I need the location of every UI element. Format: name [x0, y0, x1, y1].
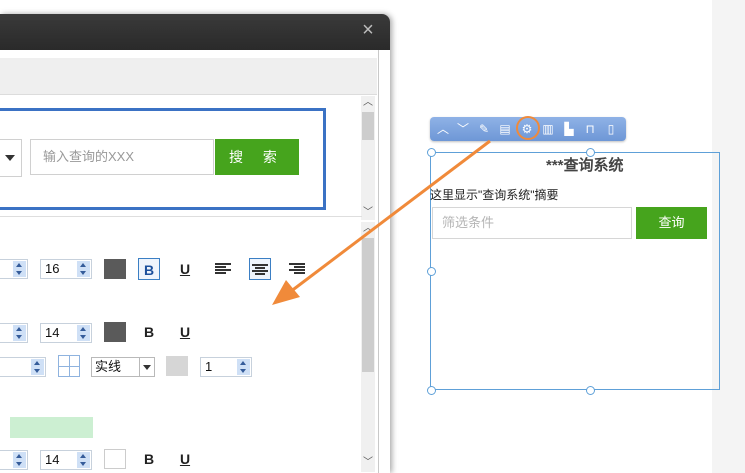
trash-icon[interactable]: ▯ [603, 121, 619, 137]
scroll-down-icon[interactable]: ﹀ [361, 456, 375, 470]
row1-partial-spinner[interactable] [0, 259, 28, 279]
spin-down-icon[interactable] [237, 367, 250, 375]
row5-color-swatch[interactable] [104, 449, 126, 469]
border-width-value: 1 [205, 359, 213, 374]
widget-title: ***查询系统 [546, 157, 624, 174]
properties-scrollbar[interactable]: ︿ ﹀ [361, 222, 375, 472]
columns-icon[interactable]: ▥ [540, 121, 556, 137]
border-width-spinner[interactable]: 1 [200, 357, 252, 377]
align-right-icon[interactable] [289, 263, 305, 275]
row5-font-size-spinner[interactable]: 14 [40, 450, 92, 470]
properties-scroll-thumb[interactable] [362, 238, 374, 372]
background-color-bar[interactable] [10, 417, 93, 438]
spin-down-icon[interactable] [77, 269, 90, 277]
row2-partial-spinner[interactable] [0, 323, 28, 343]
border-grid-icon[interactable] [58, 355, 80, 377]
align-center-icon [252, 264, 268, 276]
resize-handle-ml[interactable] [427, 267, 436, 276]
border-style-value: 实线 [95, 359, 122, 374]
scroll-down-icon[interactable]: ﹀ [361, 206, 375, 220]
preview-dropdown[interactable] [0, 139, 22, 177]
dialog-titlebar: × [0, 14, 390, 50]
highlight-ring [516, 116, 540, 140]
row2-font-size-value: 14 [45, 325, 60, 340]
scroll-up-icon[interactable]: ︿ [361, 222, 375, 236]
preview-search-button[interactable]: 搜 索 [215, 139, 299, 175]
row5-bold-button[interactable]: B [138, 448, 160, 470]
close-icon[interactable]: × [358, 20, 378, 40]
row5-partial-spinner[interactable] [0, 450, 28, 470]
dialog-tab-bar [0, 58, 377, 95]
scroll-up-icon[interactable]: ︿ [361, 96, 375, 110]
row2-bold-button[interactable]: B [138, 321, 160, 343]
row3-color-swatch[interactable] [166, 356, 188, 376]
preview-search-input[interactable]: 输入查询的XXX [30, 139, 214, 175]
query-button[interactable]: 查询 [636, 207, 707, 239]
spin-up-icon[interactable] [237, 359, 250, 367]
row1-bold-button[interactable]: B [138, 258, 160, 280]
row3-partial-spinner[interactable] [0, 357, 46, 377]
row1-font-size-spinner[interactable]: 16 [40, 259, 92, 279]
resize-handle-tl[interactable] [427, 148, 436, 157]
section-divider [0, 216, 362, 217]
search-preview: 输入查询的XXX 搜 索 [0, 108, 326, 210]
unlock-icon[interactable]: ⊓ [582, 121, 598, 137]
row1-color-swatch[interactable] [104, 259, 126, 279]
chevron-up-icon[interactable]: ︿ [435, 121, 451, 137]
row2-font-size-spinner[interactable]: 14 [40, 323, 92, 343]
spin-up-icon[interactable] [77, 325, 90, 333]
spin-up-icon[interactable] [77, 261, 90, 269]
layout-icon[interactable]: ▤ [497, 121, 513, 137]
border-style-select[interactable]: 实线 [91, 357, 155, 377]
align-center-button[interactable] [249, 258, 271, 280]
chevron-down-icon[interactable]: ﹀ [455, 121, 471, 137]
preview-scrollbar[interactable]: ︿ ﹀ [361, 96, 375, 220]
widget-summary: 这里显示"查询系统"摘要 [430, 188, 559, 202]
resize-handle-bm[interactable] [586, 386, 595, 395]
edit-icon[interactable]: ✎ [476, 121, 492, 137]
row1-underline-button[interactable]: U [174, 258, 196, 280]
row2-color-swatch[interactable] [104, 322, 126, 342]
resize-handle-bl[interactable] [427, 386, 436, 395]
chevron-down-icon [139, 358, 154, 376]
preview-scroll-thumb[interactable] [362, 112, 374, 140]
row1-font-size-value: 16 [45, 261, 60, 276]
row2-underline-button[interactable]: U [174, 321, 196, 343]
align-left-icon[interactable] [215, 263, 231, 275]
row5-underline-button[interactable]: U [174, 448, 196, 470]
spin-down-icon[interactable] [77, 333, 90, 341]
property-dialog: × ︿ ﹀ 输入查询的XXX 搜 索 ︿ ﹀ 16 B U 14 B U 实线 … [0, 14, 390, 473]
caret-down-icon [5, 155, 15, 161]
row5-font-size-value: 14 [45, 452, 60, 467]
chart-icon[interactable]: ▙ [561, 121, 577, 137]
filter-input[interactable]: 筛选条件 [432, 207, 632, 239]
